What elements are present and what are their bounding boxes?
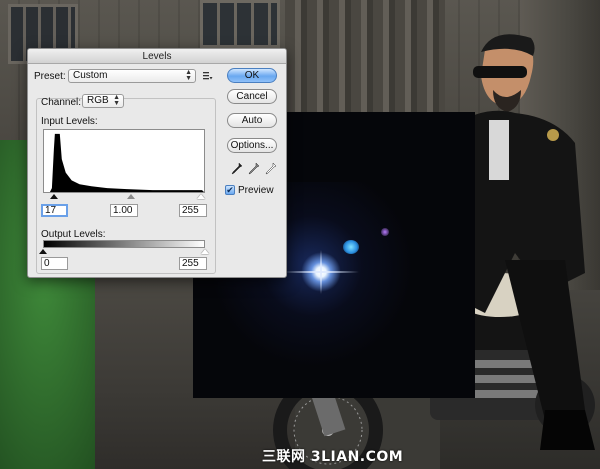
output-black-slider[interactable] bbox=[39, 249, 47, 254]
flare-ghost-purple bbox=[381, 228, 389, 236]
dialog-titlebar[interactable]: Levels bbox=[28, 49, 286, 64]
preset-value: Custom bbox=[73, 70, 108, 81]
auto-button[interactable]: Auto bbox=[227, 113, 277, 128]
select-arrows-icon: ▲ ▼ bbox=[185, 69, 192, 82]
flare-ray-vertical bbox=[320, 250, 322, 294]
flare-ghost-blue bbox=[343, 240, 359, 254]
input-white-field[interactable]: 255 bbox=[179, 204, 207, 217]
channel-select[interactable]: RGB ▲ ▼ bbox=[82, 94, 124, 108]
preset-label: Preset: bbox=[34, 71, 66, 82]
preview-label: Preview bbox=[238, 185, 274, 196]
input-white-slider[interactable] bbox=[197, 194, 205, 199]
checkmark-icon: ✔ bbox=[226, 185, 234, 195]
input-gamma-field[interactable]: 1.00 bbox=[110, 204, 138, 217]
input-levels-slider[interactable] bbox=[43, 194, 205, 200]
preset-select[interactable]: Custom ▲ ▼ bbox=[68, 69, 196, 83]
output-levels-label: Output Levels: bbox=[41, 229, 106, 240]
preset-options-icon[interactable] bbox=[203, 71, 213, 81]
ok-button[interactable]: OK bbox=[227, 68, 277, 83]
select-arrows-icon: ▲ ▼ bbox=[113, 94, 120, 107]
gray-eyedropper-icon[interactable] bbox=[248, 162, 260, 176]
levels-dialog: Levels Preset: Custom ▲ ▼ OK Cancel Auto … bbox=[27, 48, 287, 278]
output-gradient-bar bbox=[43, 240, 205, 248]
output-black-field[interactable]: 0 bbox=[41, 257, 68, 270]
input-levels-label: Input Levels: bbox=[41, 116, 98, 127]
output-levels-slider[interactable] bbox=[39, 249, 209, 255]
black-eyedropper-icon[interactable] bbox=[231, 162, 243, 176]
input-black-slider[interactable] bbox=[50, 194, 58, 199]
castle-window-right bbox=[200, 0, 280, 48]
options-button[interactable]: Options... bbox=[227, 138, 277, 153]
output-white-field[interactable]: 255 bbox=[179, 257, 207, 270]
white-eyedropper-icon[interactable] bbox=[265, 162, 277, 176]
watermark: 三联网 3LIAN.COM bbox=[262, 449, 404, 465]
histogram bbox=[43, 129, 205, 193]
cancel-button[interactable]: Cancel bbox=[227, 89, 277, 104]
input-black-field[interactable]: 17 bbox=[41, 204, 68, 217]
channel-label: Channel: bbox=[41, 97, 82, 108]
eyedropper-tools bbox=[231, 162, 277, 176]
preview-checkbox[interactable]: ✔ bbox=[225, 185, 235, 195]
output-white-slider[interactable] bbox=[201, 249, 209, 254]
input-gamma-slider[interactable] bbox=[127, 194, 135, 199]
channel-value: RGB bbox=[87, 95, 109, 106]
